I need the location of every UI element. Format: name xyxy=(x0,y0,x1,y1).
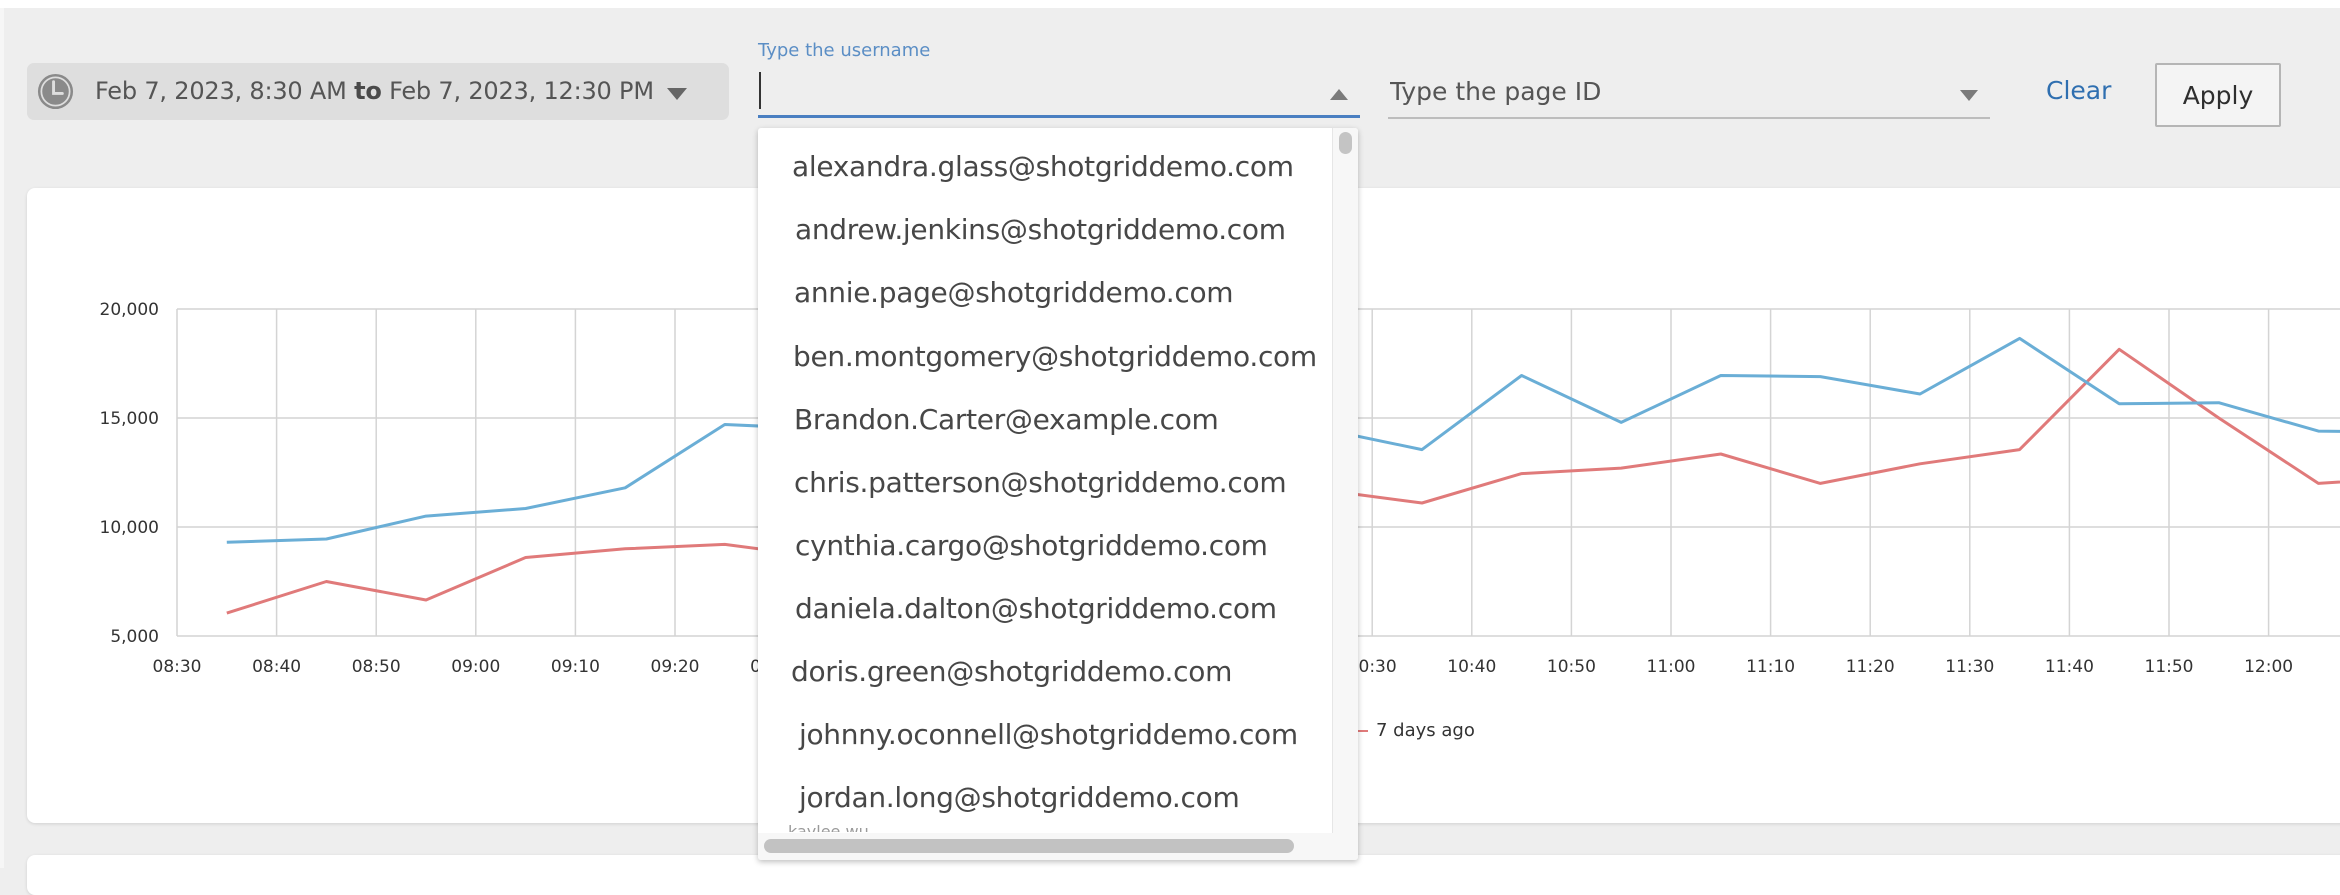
username-combobox[interactable] xyxy=(758,66,1360,119)
username-option[interactable]: andrew.jenkins@shotgriddemo.com xyxy=(795,213,1286,246)
username-options-list[interactable]: alexandra.glass@shotgriddemo.com andrew.j… xyxy=(758,128,1333,833)
username-option[interactable]: daniela.dalton@shotgriddemo.com xyxy=(795,592,1277,625)
caret-down-icon[interactable] xyxy=(1960,90,1978,101)
clear-button[interactable]: Clear xyxy=(2046,76,2111,105)
username-underline xyxy=(758,115,1360,118)
username-option[interactable]: cynthia.cargo@shotgriddemo.com xyxy=(795,529,1268,562)
username-option[interactable]: ben.montgomery@shotgriddemo.com xyxy=(793,340,1317,373)
username-option[interactable]: annie.page@shotgriddemo.com xyxy=(794,276,1234,309)
page-id-combobox[interactable] xyxy=(1388,66,1990,120)
horizontal-scrollbar-thumb[interactable] xyxy=(764,839,1294,853)
legend-label-7-days-ago[interactable]: 7 days ago xyxy=(1376,720,1475,741)
date-range-connector: to xyxy=(354,77,382,105)
username-option[interactable]: chris.patterson@shotgriddemo.com xyxy=(794,466,1287,499)
username-dropdown[interactable]: alexandra.glass@shotgriddemo.com andrew.j… xyxy=(758,128,1358,860)
username-option[interactable]: jordan.long@shotgriddemo.com xyxy=(799,781,1240,814)
username-label: Type the username xyxy=(758,40,931,61)
username-input[interactable] xyxy=(758,66,1320,114)
username-option[interactable]: johnny.oconnell@shotgriddemo.com xyxy=(799,718,1298,751)
caret-down-icon[interactable] xyxy=(667,88,687,100)
date-range-text: Feb 7, 2023, 8:30 AM to Feb 7, 2023, 12:… xyxy=(95,77,654,105)
username-option[interactable]: Brandon.Carter@example.com xyxy=(794,403,1219,436)
date-range-start: Feb 7, 2023, 8:30 AM xyxy=(95,77,347,105)
caret-up-icon[interactable] xyxy=(1330,89,1348,100)
partially-visible-option: kaylee.wu xyxy=(788,822,869,832)
top-strip xyxy=(0,0,2340,8)
vertical-scrollbar-thumb[interactable] xyxy=(1339,132,1352,154)
date-range-picker[interactable]: Feb 7, 2023, 8:30 AM to Feb 7, 2023, 12:… xyxy=(27,63,729,120)
vertical-scrollbar[interactable] xyxy=(1333,128,1358,833)
username-option[interactable]: alexandra.glass@shotgriddemo.com xyxy=(792,150,1294,183)
date-range-end: Feb 7, 2023, 12:30 PM xyxy=(389,77,654,105)
clock-icon xyxy=(37,73,74,110)
page-id-underline xyxy=(1388,117,1990,119)
apply-button[interactable]: Apply xyxy=(2155,63,2281,127)
horizontal-scrollbar[interactable] xyxy=(758,833,1358,860)
text-cursor xyxy=(759,72,761,109)
secondary-card xyxy=(27,855,2340,895)
page-id-input[interactable] xyxy=(1388,66,1950,116)
username-option[interactable]: doris.green@shotgriddemo.com xyxy=(791,655,1232,688)
chart-legend: 7 days ago xyxy=(1356,720,1475,741)
left-edge xyxy=(0,8,4,868)
